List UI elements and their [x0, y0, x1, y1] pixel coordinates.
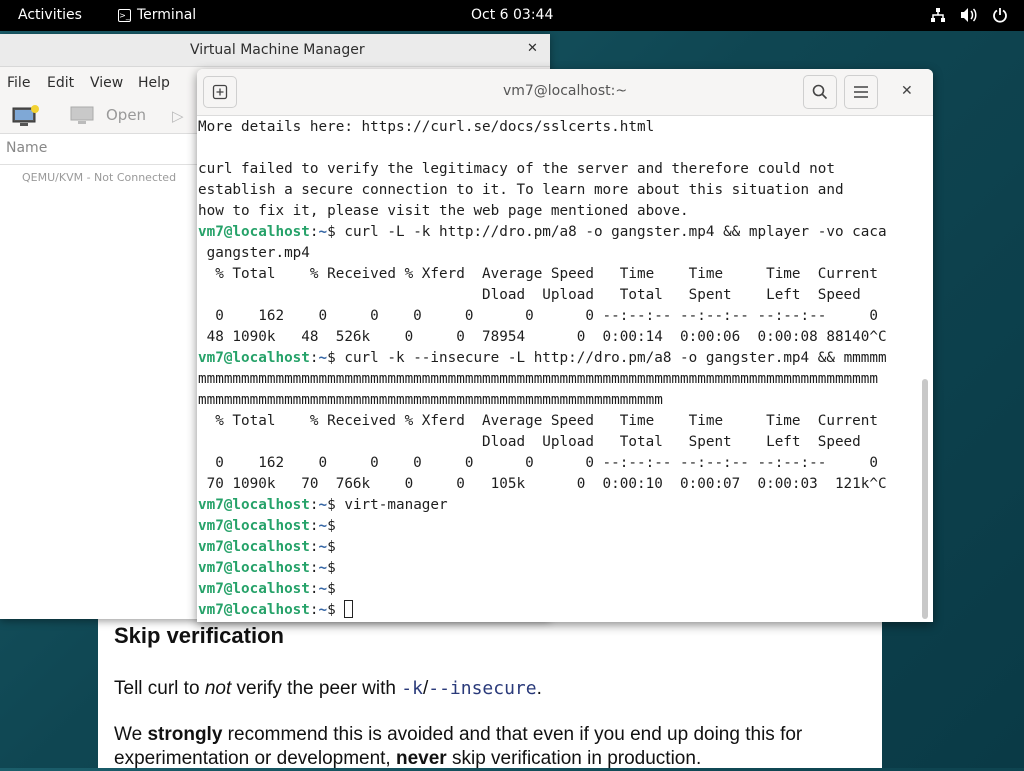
monitor-icon — [70, 106, 94, 124]
open-button[interactable]: Open — [70, 105, 146, 125]
terminal-output-line: 70 1090k 70 766k 0 0 105k 0 0:00:10 0:00… — [198, 476, 887, 492]
prompt-sep: : — [309, 518, 319, 534]
terminal-output-line: establish a secure connection to it. To … — [198, 182, 844, 198]
terminal-prompt-line: vm7@localhost:~$ — [198, 600, 354, 621]
prompt-user: vm7@localhost — [198, 518, 310, 534]
prompt-path: ~ — [318, 497, 328, 513]
volume-icon — [961, 8, 977, 22]
menu-file[interactable]: File — [7, 75, 30, 91]
menu-edit[interactable]: Edit — [47, 75, 74, 91]
search-button[interactable] — [803, 75, 837, 109]
terminal-prompt-line: vm7@localhost:~$ — [198, 516, 336, 537]
activities-button[interactable]: Activities — [18, 7, 82, 23]
clock[interactable]: Oct 6 03:44 — [471, 7, 553, 23]
prompt-sep: : — [309, 497, 319, 513]
command-text: $ — [327, 539, 336, 555]
section-heading: Skip verification — [114, 623, 284, 648]
terminal-output-line: % Total % Received % Xferd Average Speed… — [198, 266, 878, 282]
prompt-user: vm7@localhost — [198, 350, 310, 366]
terminal-output-line: 0 162 0 0 0 0 0 0 --:--:-- --:--:-- --:-… — [198, 455, 878, 471]
command-text: $ — [327, 602, 345, 618]
prompt-user: vm7@localhost — [198, 602, 310, 618]
command-text: $ — [327, 518, 336, 534]
prompt-user: vm7@localhost — [198, 539, 310, 555]
vmm-close-button[interactable]: ✕ — [527, 41, 538, 56]
prompt-sep: : — [309, 602, 319, 618]
power-icon — [993, 8, 1007, 23]
terminal-scrollbar[interactable] — [922, 379, 928, 619]
connection-row[interactable]: QEMU/KVM - Not Connected — [22, 171, 176, 184]
terminal-close-button[interactable]: ✕ — [901, 83, 913, 99]
terminal-prompt-line: vm7@localhost:~$ curl -k --insecure -L h… — [198, 348, 887, 369]
prompt-path: ~ — [318, 581, 328, 597]
app-name: Terminal — [137, 7, 197, 23]
prompt-user: vm7@localhost — [198, 224, 310, 240]
terminal-output-line: mmmmmmmmmmmmmmmmmmmmmmmmmmmmmmmmmmmmmmmm… — [198, 392, 663, 408]
app-menu[interactable]: >_ Terminal — [118, 7, 196, 23]
paragraph-warning: We strongly recommend this is avoided an… — [114, 724, 803, 769]
prompt-sep: : — [309, 224, 319, 240]
terminal-output-line: Dload Upload Total Spent Left Speed — [198, 287, 861, 303]
hamburger-icon — [854, 86, 868, 98]
terminal-output-line: curl failed to verify the legitimacy of … — [198, 161, 835, 177]
run-icon[interactable]: ▷ — [172, 107, 184, 125]
terminal-cursor — [344, 600, 354, 618]
command-text: $ curl -L -k http://dro.pm/a8 -o gangste… — [327, 224, 887, 240]
prompt-path: ~ — [318, 224, 328, 240]
system-tray[interactable] — [930, 7, 1008, 23]
terminal-screen[interactable]: More details here: https://curl.se/docs/… — [197, 116, 919, 622]
terminal-window: vm7@localhost:~ ✕ More details here: htt… — [197, 69, 933, 622]
menu-button[interactable] — [844, 75, 878, 109]
prompt-user: vm7@localhost — [198, 560, 310, 576]
terminal-prompt-line: vm7@localhost:~$ — [198, 558, 336, 579]
terminal-output-line: how to fix it, please visit the web page… — [198, 203, 689, 219]
command-text: $ — [327, 581, 336, 597]
prompt-sep: : — [309, 350, 319, 366]
terminal-output-line: Dload Upload Total Spent Left Speed — [198, 434, 861, 450]
terminal-output-line: mmmmmmmmmmmmmmmmmmmmmmmmmmmmmmmmmmmmmmmm… — [198, 371, 878, 387]
terminal-output-line: gangster.mp4 — [198, 245, 310, 261]
terminal-output-line: 0 162 0 0 0 0 0 0 --:--:-- --:--:-- --:-… — [198, 308, 878, 324]
vmm-titlebar[interactable]: Virtual Machine Manager ✕ — [0, 34, 550, 67]
prompt-user: vm7@localhost — [198, 581, 310, 597]
terminal-prompt-line: vm7@localhost:~$ virt-manager — [198, 495, 448, 516]
network-icon — [931, 8, 945, 22]
terminal-output-line: % Total % Received % Xferd Average Speed… — [198, 413, 878, 429]
prompt-sep: : — [309, 560, 319, 576]
terminal-prompt-line: vm7@localhost:~$ — [198, 537, 336, 558]
search-icon — [812, 84, 828, 100]
paragraph-insecure: Tell curl to not verify the peer with -k… — [114, 678, 542, 699]
new-vm-icon[interactable] — [12, 105, 40, 131]
command-text: $ virt-manager — [327, 497, 448, 513]
top-bar: Activities >_ Terminal Oct 6 03:44 — [0, 0, 1024, 31]
terminal-prompt-line: vm7@localhost:~$ curl -L -k http://dro.p… — [198, 222, 887, 243]
terminal-headerbar[interactable]: vm7@localhost:~ ✕ — [197, 69, 933, 116]
prompt-path: ~ — [318, 560, 328, 576]
terminal-output-line: More details here: https://curl.se/docs/… — [198, 119, 655, 135]
menu-help[interactable]: Help — [138, 75, 170, 91]
prompt-user: vm7@localhost — [198, 497, 310, 513]
prompt-path: ~ — [318, 350, 328, 366]
vmm-title: Virtual Machine Manager — [190, 42, 365, 58]
prompt-sep: : — [309, 539, 319, 555]
prompt-path: ~ — [318, 602, 328, 618]
prompt-sep: : — [309, 581, 319, 597]
prompt-path: ~ — [318, 539, 328, 555]
terminal-output-line: 48 1090k 48 526k 0 0 78954 0 0:00:14 0:0… — [198, 329, 887, 345]
terminal-icon: >_ — [118, 8, 131, 22]
menu-view[interactable]: View — [90, 75, 123, 91]
terminal-prompt-line: vm7@localhost:~$ — [198, 579, 336, 600]
prompt-path: ~ — [318, 518, 328, 534]
command-text: $ — [327, 560, 336, 576]
command-text: $ curl -k --insecure -L http://dro.pm/a8… — [327, 350, 887, 366]
